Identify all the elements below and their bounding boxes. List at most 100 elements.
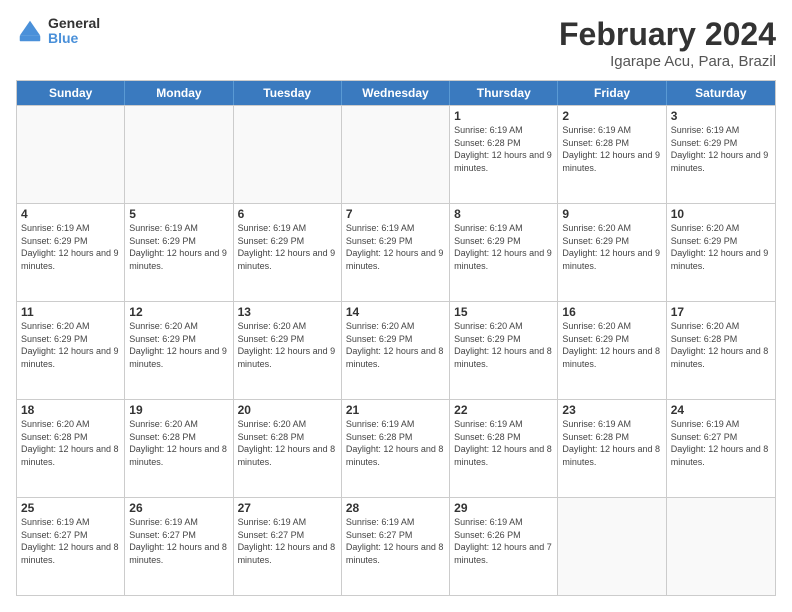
day-info: Sunrise: 6:19 AMSunset: 6:29 PMDaylight:… bbox=[21, 222, 120, 272]
day-info: Sunrise: 6:19 AMSunset: 6:27 PMDaylight:… bbox=[346, 516, 445, 566]
day-cell-7: 7Sunrise: 6:19 AMSunset: 6:29 PMDaylight… bbox=[342, 204, 450, 301]
day-cell-16: 16Sunrise: 6:20 AMSunset: 6:29 PMDayligh… bbox=[558, 302, 666, 399]
day-info: Sunrise: 6:20 AMSunset: 6:28 PMDaylight:… bbox=[671, 320, 771, 370]
day-info: Sunrise: 6:19 AMSunset: 6:28 PMDaylight:… bbox=[454, 124, 553, 174]
day-number: 19 bbox=[129, 403, 228, 417]
empty-cell bbox=[125, 106, 233, 203]
day-number: 23 bbox=[562, 403, 661, 417]
empty-cell bbox=[17, 106, 125, 203]
header-day-wednesday: Wednesday bbox=[342, 81, 450, 105]
day-info: Sunrise: 6:19 AMSunset: 6:29 PMDaylight:… bbox=[671, 124, 771, 174]
day-info: Sunrise: 6:19 AMSunset: 6:28 PMDaylight:… bbox=[562, 418, 661, 468]
day-number: 29 bbox=[454, 501, 553, 515]
header-day-thursday: Thursday bbox=[450, 81, 558, 105]
day-info: Sunrise: 6:20 AMSunset: 6:28 PMDaylight:… bbox=[129, 418, 228, 468]
day-number: 15 bbox=[454, 305, 553, 319]
day-number: 8 bbox=[454, 207, 553, 221]
day-cell-15: 15Sunrise: 6:20 AMSunset: 6:29 PMDayligh… bbox=[450, 302, 558, 399]
header: General Blue February 2024 Igarape Acu, … bbox=[16, 16, 776, 70]
empty-cell bbox=[558, 498, 666, 595]
day-cell-27: 27Sunrise: 6:19 AMSunset: 6:27 PMDayligh… bbox=[234, 498, 342, 595]
day-number: 25 bbox=[21, 501, 120, 515]
day-info: Sunrise: 6:19 AMSunset: 6:29 PMDaylight:… bbox=[129, 222, 228, 272]
day-cell-13: 13Sunrise: 6:20 AMSunset: 6:29 PMDayligh… bbox=[234, 302, 342, 399]
title-block: February 2024 Igarape Acu, Para, Brazil bbox=[559, 16, 776, 70]
day-cell-28: 28Sunrise: 6:19 AMSunset: 6:27 PMDayligh… bbox=[342, 498, 450, 595]
day-cell-1: 1Sunrise: 6:19 AMSunset: 6:28 PMDaylight… bbox=[450, 106, 558, 203]
day-info: Sunrise: 6:20 AMSunset: 6:29 PMDaylight:… bbox=[346, 320, 445, 370]
day-info: Sunrise: 6:19 AMSunset: 6:27 PMDaylight:… bbox=[21, 516, 120, 566]
week-row-2: 11Sunrise: 6:20 AMSunset: 6:29 PMDayligh… bbox=[17, 301, 775, 399]
header-day-tuesday: Tuesday bbox=[234, 81, 342, 105]
calendar: SundayMondayTuesdayWednesdayThursdayFrid… bbox=[16, 80, 776, 596]
day-number: 3 bbox=[671, 109, 771, 123]
day-number: 22 bbox=[454, 403, 553, 417]
day-cell-25: 25Sunrise: 6:19 AMSunset: 6:27 PMDayligh… bbox=[17, 498, 125, 595]
day-number: 6 bbox=[238, 207, 337, 221]
day-number: 5 bbox=[129, 207, 228, 221]
day-info: Sunrise: 6:20 AMSunset: 6:29 PMDaylight:… bbox=[238, 320, 337, 370]
day-number: 16 bbox=[562, 305, 661, 319]
header-day-saturday: Saturday bbox=[667, 81, 775, 105]
day-cell-24: 24Sunrise: 6:19 AMSunset: 6:27 PMDayligh… bbox=[667, 400, 775, 497]
day-number: 9 bbox=[562, 207, 661, 221]
day-cell-8: 8Sunrise: 6:19 AMSunset: 6:29 PMDaylight… bbox=[450, 204, 558, 301]
day-number: 26 bbox=[129, 501, 228, 515]
day-cell-20: 20Sunrise: 6:20 AMSunset: 6:28 PMDayligh… bbox=[234, 400, 342, 497]
day-info: Sunrise: 6:20 AMSunset: 6:29 PMDaylight:… bbox=[129, 320, 228, 370]
day-cell-9: 9Sunrise: 6:20 AMSunset: 6:29 PMDaylight… bbox=[558, 204, 666, 301]
day-cell-12: 12Sunrise: 6:20 AMSunset: 6:29 PMDayligh… bbox=[125, 302, 233, 399]
day-number: 4 bbox=[21, 207, 120, 221]
header-day-friday: Friday bbox=[558, 81, 666, 105]
day-cell-22: 22Sunrise: 6:19 AMSunset: 6:28 PMDayligh… bbox=[450, 400, 558, 497]
day-number: 1 bbox=[454, 109, 553, 123]
day-number: 24 bbox=[671, 403, 771, 417]
day-info: Sunrise: 6:20 AMSunset: 6:28 PMDaylight:… bbox=[238, 418, 337, 468]
day-info: Sunrise: 6:20 AMSunset: 6:29 PMDaylight:… bbox=[562, 320, 661, 370]
day-info: Sunrise: 6:19 AMSunset: 6:27 PMDaylight:… bbox=[129, 516, 228, 566]
logo-blue: Blue bbox=[48, 31, 100, 46]
day-cell-10: 10Sunrise: 6:20 AMSunset: 6:29 PMDayligh… bbox=[667, 204, 775, 301]
day-info: Sunrise: 6:19 AMSunset: 6:29 PMDaylight:… bbox=[238, 222, 337, 272]
day-number: 12 bbox=[129, 305, 228, 319]
day-info: Sunrise: 6:20 AMSunset: 6:29 PMDaylight:… bbox=[21, 320, 120, 370]
week-row-1: 4Sunrise: 6:19 AMSunset: 6:29 PMDaylight… bbox=[17, 203, 775, 301]
main-title: February 2024 bbox=[559, 16, 776, 53]
logo: General Blue bbox=[16, 16, 100, 47]
day-info: Sunrise: 6:19 AMSunset: 6:28 PMDaylight:… bbox=[454, 418, 553, 468]
day-number: 28 bbox=[346, 501, 445, 515]
day-cell-19: 19Sunrise: 6:20 AMSunset: 6:28 PMDayligh… bbox=[125, 400, 233, 497]
day-number: 21 bbox=[346, 403, 445, 417]
day-number: 27 bbox=[238, 501, 337, 515]
empty-cell bbox=[342, 106, 450, 203]
day-info: Sunrise: 6:20 AMSunset: 6:28 PMDaylight:… bbox=[21, 418, 120, 468]
day-cell-3: 3Sunrise: 6:19 AMSunset: 6:29 PMDaylight… bbox=[667, 106, 775, 203]
day-number: 18 bbox=[21, 403, 120, 417]
day-number: 14 bbox=[346, 305, 445, 319]
week-row-3: 18Sunrise: 6:20 AMSunset: 6:28 PMDayligh… bbox=[17, 399, 775, 497]
logo-general: General bbox=[48, 16, 100, 31]
day-cell-18: 18Sunrise: 6:20 AMSunset: 6:28 PMDayligh… bbox=[17, 400, 125, 497]
page: General Blue February 2024 Igarape Acu, … bbox=[0, 0, 792, 612]
day-cell-23: 23Sunrise: 6:19 AMSunset: 6:28 PMDayligh… bbox=[558, 400, 666, 497]
day-number: 13 bbox=[238, 305, 337, 319]
day-cell-2: 2Sunrise: 6:19 AMSunset: 6:28 PMDaylight… bbox=[558, 106, 666, 203]
logo-icon bbox=[16, 17, 44, 45]
day-info: Sunrise: 6:19 AMSunset: 6:29 PMDaylight:… bbox=[346, 222, 445, 272]
day-number: 10 bbox=[671, 207, 771, 221]
day-info: Sunrise: 6:20 AMSunset: 6:29 PMDaylight:… bbox=[454, 320, 553, 370]
calendar-body: 1Sunrise: 6:19 AMSunset: 6:28 PMDaylight… bbox=[17, 105, 775, 595]
day-cell-14: 14Sunrise: 6:20 AMSunset: 6:29 PMDayligh… bbox=[342, 302, 450, 399]
day-cell-5: 5Sunrise: 6:19 AMSunset: 6:29 PMDaylight… bbox=[125, 204, 233, 301]
calendar-header: SundayMondayTuesdayWednesdayThursdayFrid… bbox=[17, 81, 775, 105]
day-number: 20 bbox=[238, 403, 337, 417]
day-cell-17: 17Sunrise: 6:20 AMSunset: 6:28 PMDayligh… bbox=[667, 302, 775, 399]
day-info: Sunrise: 6:19 AMSunset: 6:29 PMDaylight:… bbox=[454, 222, 553, 272]
week-row-0: 1Sunrise: 6:19 AMSunset: 6:28 PMDaylight… bbox=[17, 105, 775, 203]
day-cell-6: 6Sunrise: 6:19 AMSunset: 6:29 PMDaylight… bbox=[234, 204, 342, 301]
day-info: Sunrise: 6:19 AMSunset: 6:27 PMDaylight:… bbox=[671, 418, 771, 468]
day-cell-21: 21Sunrise: 6:19 AMSunset: 6:28 PMDayligh… bbox=[342, 400, 450, 497]
empty-cell bbox=[234, 106, 342, 203]
day-cell-11: 11Sunrise: 6:20 AMSunset: 6:29 PMDayligh… bbox=[17, 302, 125, 399]
day-info: Sunrise: 6:19 AMSunset: 6:28 PMDaylight:… bbox=[562, 124, 661, 174]
